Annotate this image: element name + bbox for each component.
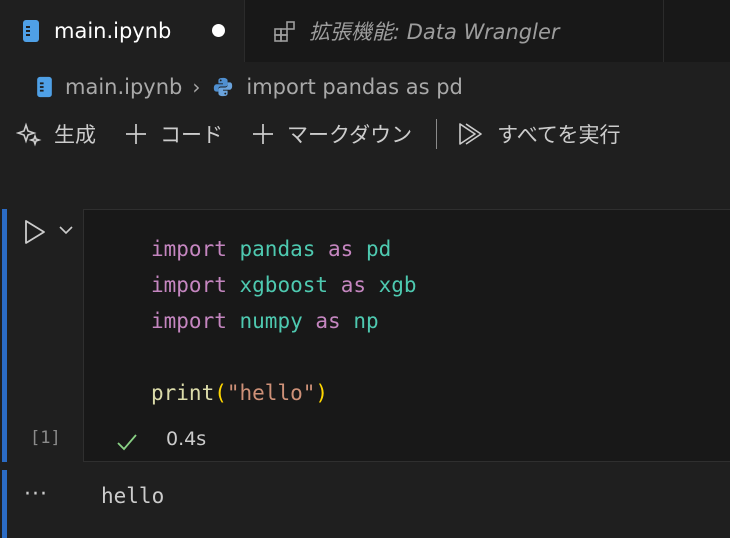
unsaved-dot-icon[interactable] [212, 24, 225, 37]
add-code-label: コード [160, 123, 223, 147]
execution-count: [1] [30, 428, 61, 448]
generate-label: 生成 [54, 123, 96, 147]
execution-time: 0.4s [166, 428, 207, 450]
output-focus-indicator [2, 470, 7, 538]
add-code-button[interactable]: コード [124, 119, 223, 149]
code-line: import numpy as np [151, 309, 379, 333]
extensions-icon [274, 21, 295, 42]
add-markdown-label: マークダウン [287, 123, 413, 147]
cell-output: hello [101, 484, 165, 508]
tab-data-wrangler[interactable]: 拡張機能: Data Wrangler [244, 0, 664, 62]
code-content[interactable]: import pandas as pd import xgboost as xgb… [151, 231, 417, 411]
tab-bar: main.ipynb 拡張機能: Data Wrangler [0, 0, 730, 62]
notebook-toolbar: 生成 コード マークダウン すべてを実行 [0, 112, 730, 156]
plus-icon [126, 124, 146, 144]
run-all-icon [459, 123, 482, 145]
sparkle-icon [16, 122, 42, 147]
chevron-right-icon: › [192, 75, 201, 99]
notebook-icon [23, 20, 39, 42]
notebook-icon[interactable] [36, 76, 53, 98]
tab-label: main.ipynb [54, 19, 172, 43]
plus-icon [253, 124, 273, 144]
chevron-down-icon[interactable] [56, 220, 76, 240]
generate-button[interactable]: 生成 [16, 119, 96, 149]
python-icon [214, 77, 233, 97]
breadcrumb-file[interactable]: main.ipynb [65, 75, 182, 99]
run-cell-icon[interactable] [20, 218, 48, 246]
code-line: print("hello") [151, 381, 329, 405]
code-line-empty: ​ [151, 339, 417, 375]
toolbar-divider [436, 119, 438, 149]
add-markdown-button[interactable]: マークダウン [251, 119, 412, 149]
breadcrumb-symbol[interactable]: import pandas as pd [246, 75, 462, 99]
run-all-label: すべてを実行 [497, 123, 621, 147]
tab-label: 拡張機能: Data Wrangler [309, 20, 560, 44]
code-line: import pandas as pd [151, 237, 392, 261]
tab-main-ipynb[interactable]: main.ipynb [0, 0, 244, 62]
cell-focus-indicator [2, 209, 7, 462]
check-icon [117, 434, 137, 451]
code-line: import xgboost as xgb [151, 273, 417, 297]
run-all-button[interactable]: すべてを実行 [457, 119, 620, 149]
output-more-icon[interactable]: ··· [24, 482, 48, 507]
breadcrumb: main.ipynb › import pandas as pd [0, 62, 730, 112]
